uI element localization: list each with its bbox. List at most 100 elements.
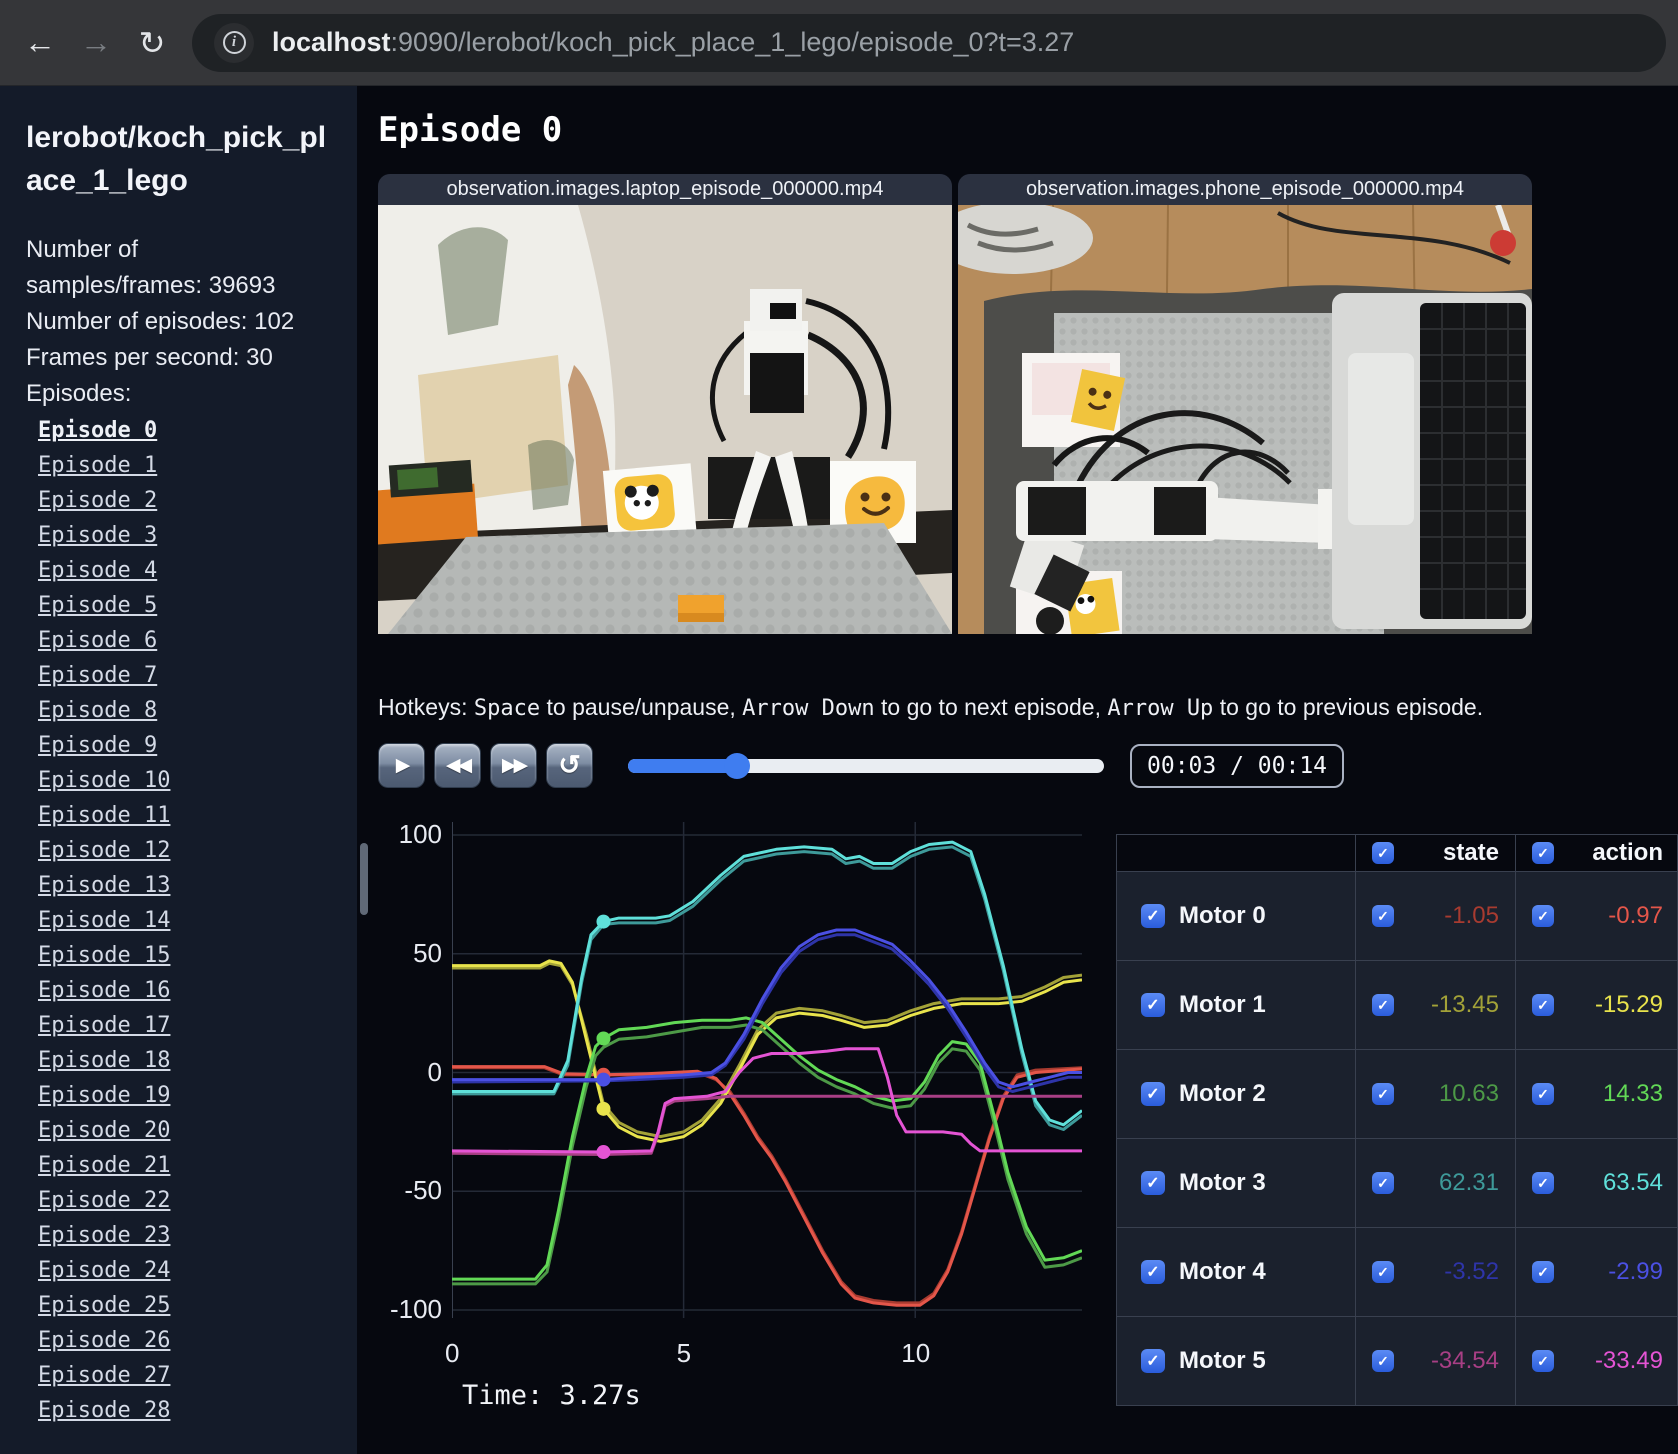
episode-link[interactable]: Episode 4 bbox=[38, 558, 157, 583]
motor-row-checkbox[interactable]: ✓ bbox=[1141, 1082, 1165, 1106]
cursor-dot-motor-5 bbox=[596, 1145, 611, 1160]
browser-chrome: ← → ↻ i localhost:9090/lerobot/koch_pick… bbox=[0, 0, 1678, 86]
time-display: 00:03 / 00:14 bbox=[1130, 743, 1345, 788]
episode-link[interactable]: Episode 10 bbox=[38, 768, 170, 793]
episode-link[interactable]: Episode 11 bbox=[38, 803, 170, 828]
motor-label-cell: ✓ Motor 3 bbox=[1117, 1139, 1355, 1227]
episode-list-item: Episode 28 bbox=[26, 1394, 333, 1429]
action-value-cell: ✓ 63.54 bbox=[1515, 1139, 1678, 1227]
action-value-checkbox[interactable]: ✓ bbox=[1532, 905, 1554, 927]
episode-link[interactable]: Episode 16 bbox=[38, 978, 170, 1003]
episode-link[interactable]: Episode 28 bbox=[38, 1398, 170, 1423]
state-value-checkbox[interactable]: ✓ bbox=[1372, 1261, 1394, 1283]
laptop bbox=[1332, 293, 1532, 629]
reload-icon[interactable]: ↻ bbox=[124, 15, 180, 71]
action-value: -33.49 bbox=[1594, 1347, 1663, 1374]
episode-link[interactable]: Episode 19 bbox=[38, 1083, 170, 1108]
video-frame-laptop[interactable] bbox=[378, 205, 952, 634]
motor-label: Motor 2 bbox=[1179, 1080, 1266, 1107]
action-value-checkbox[interactable]: ✓ bbox=[1532, 1172, 1554, 1194]
episode-link[interactable]: Episode 3 bbox=[38, 523, 157, 548]
action-header-cell: ✓ action bbox=[1515, 835, 1678, 871]
state-value-checkbox[interactable]: ✓ bbox=[1372, 994, 1394, 1016]
episode-link[interactable]: Episode 5 bbox=[38, 593, 157, 618]
episode-link[interactable]: Episode 1 bbox=[38, 453, 157, 478]
episode-link[interactable]: Episode 12 bbox=[38, 838, 170, 863]
video-frame-phone[interactable] bbox=[958, 205, 1532, 634]
app-body: lerobot/koch_pick_place_1_lego Number of… bbox=[0, 86, 1678, 1454]
episode-list-item: Episode 14 bbox=[26, 904, 333, 939]
episode-link[interactable]: Episode 6 bbox=[38, 628, 157, 653]
state-value: -13.45 bbox=[1430, 991, 1499, 1018]
video-header: observation.images.phone_episode_000000.… bbox=[958, 174, 1532, 205]
motor-row-checkbox[interactable]: ✓ bbox=[1141, 1260, 1165, 1284]
hotkeys-segment: to go to next episode, bbox=[874, 694, 1108, 720]
cursor-dot-motor-4 bbox=[596, 1072, 611, 1087]
motor-row-checkbox[interactable]: ✓ bbox=[1141, 904, 1165, 928]
state-value: 62.31 bbox=[1438, 1169, 1499, 1196]
state-column-checkbox[interactable]: ✓ bbox=[1372, 842, 1394, 864]
state-value-checkbox[interactable]: ✓ bbox=[1372, 1172, 1394, 1194]
dataset-stat: Number of episodes: 102 bbox=[26, 308, 295, 335]
site-info-icon[interactable]: i bbox=[214, 22, 254, 63]
fast-forward-button[interactable]: ▶▶ bbox=[490, 743, 537, 788]
episode-link[interactable]: Episode 18 bbox=[38, 1048, 170, 1073]
address-bar[interactable]: i localhost:9090/lerobot/koch_pick_place… bbox=[192, 13, 1666, 72]
action-value-checkbox[interactable]: ✓ bbox=[1532, 1350, 1554, 1372]
episode-link[interactable]: Episode 22 bbox=[38, 1188, 170, 1213]
rewind-button[interactable]: ◀◀ bbox=[434, 743, 481, 788]
state-value-checkbox[interactable]: ✓ bbox=[1372, 1350, 1394, 1372]
controller-device bbox=[378, 459, 478, 545]
episode-list-item: Episode 8 bbox=[26, 694, 333, 729]
play-icon: ▶ bbox=[395, 755, 411, 776]
episode-link[interactable]: Episode 27 bbox=[38, 1363, 170, 1388]
episode-link[interactable]: Episode 24 bbox=[38, 1258, 170, 1283]
state-value: -3.52 bbox=[1444, 1258, 1499, 1285]
motor-row-checkbox[interactable]: ✓ bbox=[1141, 993, 1165, 1017]
dataset-stat: Number of bbox=[26, 236, 139, 263]
forward-icon[interactable]: → bbox=[68, 15, 124, 71]
episode-list-item: Episode 1 bbox=[26, 449, 333, 484]
action-value-checkbox[interactable]: ✓ bbox=[1532, 1261, 1554, 1283]
url-text: localhost:9090/lerobot/koch_pick_place_1… bbox=[272, 27, 1074, 58]
loop-button[interactable]: ↺ bbox=[546, 743, 593, 788]
motor-row-checkbox[interactable]: ✓ bbox=[1141, 1171, 1165, 1195]
back-icon[interactable]: ← bbox=[12, 15, 68, 71]
rewind-icon: ◀◀ bbox=[445, 755, 472, 776]
episode-list-item: Episode 3 bbox=[26, 519, 333, 554]
episode-list-item: Episode 2 bbox=[26, 484, 333, 519]
slider-thumb[interactable] bbox=[724, 752, 751, 779]
motor-label-cell: ✓ Motor 4 bbox=[1117, 1228, 1355, 1316]
cursor-dot-motor-1 bbox=[596, 1101, 611, 1116]
state-value-checkbox[interactable]: ✓ bbox=[1372, 905, 1394, 927]
seek-slider[interactable] bbox=[628, 752, 1104, 779]
episode-link[interactable]: Episode 20 bbox=[38, 1118, 170, 1143]
episode-link[interactable]: Episode 17 bbox=[38, 1013, 170, 1038]
action-column-checkbox[interactable]: ✓ bbox=[1532, 842, 1554, 864]
episode-link[interactable]: Episode 14 bbox=[38, 908, 170, 933]
motor-row-checkbox[interactable]: ✓ bbox=[1141, 1349, 1165, 1373]
play-button[interactable]: ▶ bbox=[378, 743, 425, 788]
episode-link[interactable]: Episode 9 bbox=[38, 733, 157, 758]
motor-label-cell: ✓ Motor 0 bbox=[1117, 872, 1355, 960]
episode-link[interactable]: Episode 21 bbox=[38, 1153, 170, 1178]
episode-link[interactable]: Episode 15 bbox=[38, 943, 170, 968]
episode-link[interactable]: Episode 8 bbox=[38, 698, 157, 723]
action-value-checkbox[interactable]: ✓ bbox=[1532, 994, 1554, 1016]
episode-link[interactable]: Episode 7 bbox=[38, 663, 157, 688]
main-scrollbar-thumb[interactable] bbox=[360, 843, 368, 915]
motor-row: ✓ Motor 0 ✓ -1.05 ✓ -0.97 bbox=[1117, 872, 1677, 961]
episode-link[interactable]: Episode 25 bbox=[38, 1293, 170, 1318]
action-value-checkbox[interactable]: ✓ bbox=[1532, 1083, 1554, 1105]
episode-link[interactable]: Episode 2 bbox=[38, 488, 157, 513]
dataset-stat: samples/frames: 39693 bbox=[26, 272, 276, 299]
state-value-checkbox[interactable]: ✓ bbox=[1372, 1083, 1394, 1105]
episode-link[interactable]: Episode 23 bbox=[38, 1223, 170, 1248]
episode-link[interactable]: Episode 0 bbox=[38, 418, 157, 443]
episode-link[interactable]: Episode 26 bbox=[38, 1328, 170, 1353]
episode-list-item: Episode 4 bbox=[26, 554, 333, 589]
action-value: 63.54 bbox=[1602, 1169, 1663, 1196]
action-value-cell: ✓ -2.99 bbox=[1515, 1228, 1678, 1316]
episode-list-item: Episode 12 bbox=[26, 834, 333, 869]
episode-link[interactable]: Episode 13 bbox=[38, 873, 170, 898]
